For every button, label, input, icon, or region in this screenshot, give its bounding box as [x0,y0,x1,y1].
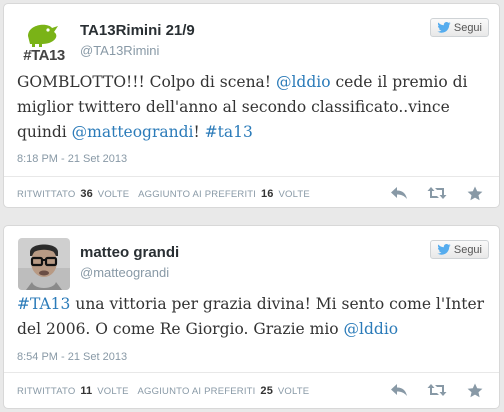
retweet-button[interactable] [427,184,447,202]
author-name[interactable]: TA13Rimini 21/9 [80,22,195,39]
reply-icon [391,187,407,199]
follow-button[interactable]: Segui [429,18,489,37]
favorite-button[interactable] [465,381,485,399]
reply-button[interactable] [389,184,409,202]
tweet-text: GOMBLOTTO!!! Colpo di scena! @lddio cede… [17,70,487,145]
reply-icon [391,384,407,396]
favorite-unit: VOLTE [277,386,310,397]
retweet-icon [427,187,447,199]
follow-button-label: Segui [453,21,482,34]
retweet-unit: VOLTE [97,189,130,200]
divider [4,176,499,177]
avatar[interactable] [18,238,70,290]
hashtag-link[interactable]: #ta13 [205,123,253,141]
retweet-unit: VOLTE [97,386,129,397]
author-handle[interactable]: @TA13Rimini [80,43,159,58]
tweet-text-part: una vittoria per grazia divina! Mi sento… [17,295,485,338]
twitter-bird-icon [437,244,451,255]
follow-button[interactable]: Segui [429,240,489,259]
favorite-star-icon [467,186,483,200]
reply-button[interactable] [389,381,409,399]
mention-link[interactable]: @matteograndi [72,123,194,141]
favorite-star-icon [467,383,483,397]
hashtag-link[interactable]: #TA13 [17,295,70,313]
favorite-count[interactable]: 25 [260,385,273,397]
favorite-label: AGGIUNTO AI PREFERITI [138,189,257,200]
author-handle[interactable]: @matteograndi [80,265,169,280]
favorite-label: AGGIUNTO AI PREFERITI [137,386,256,397]
avatar[interactable]: #TA13 [18,16,70,68]
retweet-label: RITWITTATO [17,189,76,200]
tweet-card: #TA13 TA13Rimini 21/9 @TA13Rimini Segui … [3,3,500,208]
twitter-bird-icon [437,22,451,33]
follow-button-label: Segui [453,243,482,256]
avatar-photo [18,238,70,290]
retweet-count[interactable]: 36 [80,188,93,200]
retweet-label: RITWITTATO [17,386,76,397]
tweet-card: matteo grandi @matteograndi Segui #TA13 … [3,225,500,409]
retweet-count[interactable]: 11 [80,385,92,397]
retweet-icon [427,384,447,396]
tweet-timestamp[interactable]: 8:54 PM - 21 Set 2013 [17,351,127,363]
tweet-text: #TA13 una vittoria per grazia divina! Mi… [17,292,487,342]
favorite-count[interactable]: 16 [261,188,274,200]
tweet-actions [389,381,485,399]
tweet-actions [389,184,485,202]
tweet-stats: RITWITTATO 11 VOLTE AGGIUNTO AI PREFERIT… [17,385,309,397]
mention-link[interactable]: @lddio [344,320,399,338]
tweet-text-part: ! [193,123,205,141]
tweet-text-part: GOMBLOTTO!!! Colpo di scena! [17,73,276,91]
mention-link[interactable]: @lddio [276,73,331,91]
divider [4,372,499,373]
author-name[interactable]: matteo grandi [80,244,179,261]
retweet-button[interactable] [427,381,447,399]
favorite-button[interactable] [465,184,485,202]
tweet-timestamp[interactable]: 8:18 PM - 21 Set 2013 [17,153,127,165]
avatar-logo-text: #TA13 [23,47,65,64]
favorite-unit: VOLTE [278,189,310,200]
tweet-stats: RITWITTATO 36 VOLTE AGGIUNTO AI PREFERIT… [17,188,310,200]
